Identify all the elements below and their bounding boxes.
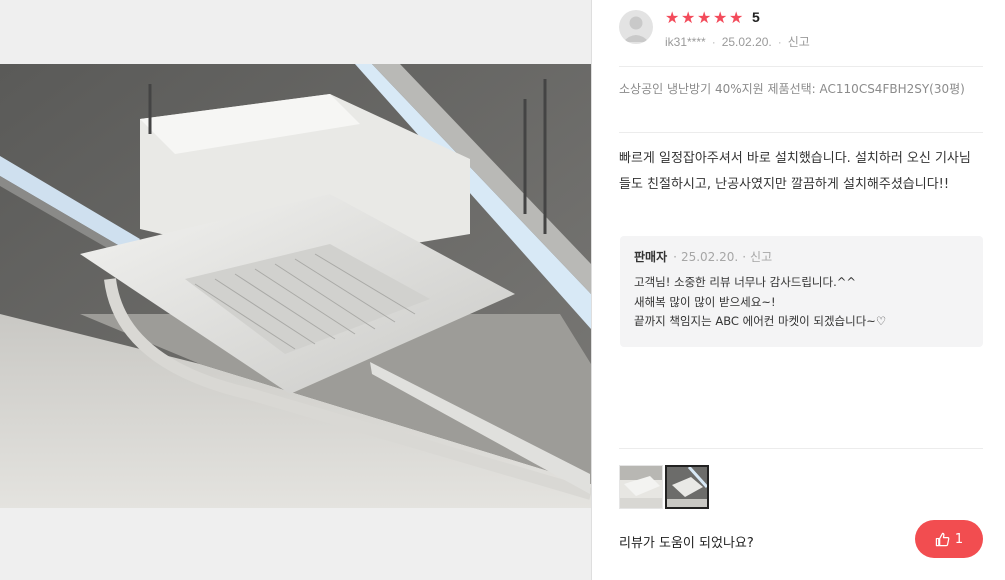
purchased-option: 소상공인 냉난방기 40%지원 제품선택: AC110CS4FBH2SY(30평…: [619, 82, 965, 96]
star-rating: ★ ★ ★ ★ ★: [665, 9, 745, 27]
separator-dot: ·: [711, 34, 716, 49]
separator-dot: ·: [777, 34, 782, 49]
divider: [619, 66, 983, 67]
seller-label: 판매자: [634, 250, 668, 264]
rating-score: 5: [752, 9, 760, 25]
photo-thumbnail-selected[interactable]: [665, 465, 709, 509]
reply-line: 고객님! 소중한 리뷰 너무나 감사드립니다.^^: [634, 275, 857, 289]
star-icon: ★: [681, 8, 696, 27]
review-meta: ik31**** · 25.02.20. · 신고: [665, 33, 810, 50]
reviewer-username: ik31****: [665, 34, 706, 49]
thumbs-up-icon: [935, 532, 950, 546]
divider: [619, 132, 983, 133]
star-icon: ★: [713, 8, 728, 27]
photo-thumbnail[interactable]: [619, 465, 663, 509]
report-link[interactable]: 신고: [788, 33, 810, 50]
reply-line: 새해복 많이 많이 받으세요~!: [634, 294, 776, 309]
photo-thumbnails: [619, 465, 711, 509]
review-viewer: ★ ★ ★ ★ ★ 5 ik31**** · 25.02.20. · 신고 소상…: [0, 0, 1005, 580]
review-photo[interactable]: [0, 64, 591, 508]
star-icon: ★: [697, 8, 712, 27]
like-button[interactable]: 1: [915, 520, 983, 558]
review-text: 빠르게 일정잡아주셔서 바로 설치했습니다. 설치하러 오신 기사님들도 친절하…: [619, 151, 971, 192]
user-avatar-icon: [619, 10, 653, 44]
star-icon: ★: [665, 8, 680, 27]
review-panel: ★ ★ ★ ★ ★ 5 ik31**** · 25.02.20. · 신고 소상…: [593, 0, 1005, 580]
ceiling-ac-photo: [0, 64, 591, 508]
star-icon: ★: [729, 8, 744, 27]
review-date: 25.02.20.: [721, 34, 772, 49]
reply-report-link[interactable]: 신고: [750, 248, 772, 265]
helpful-question: 리뷰가 도움이 되었나요?: [619, 536, 754, 551]
reply-line: 끝까지 책임지는 ABC 에어컨 마켓이 되겠습니다~♡: [634, 314, 887, 328]
separator-dot: ·: [742, 249, 747, 264]
seller-reply-text: 고객님! 소중한 리뷰 너무나 감사드립니다.^^ 새해복 많이 많이 받으세요…: [634, 273, 969, 332]
divider: [619, 448, 983, 449]
photo-panel: [0, 0, 592, 580]
seller-reply: 판매자 · 25.02.20. · 신고 고객님! 소중한 리뷰 너무나 감사드…: [620, 236, 983, 347]
reply-date: 25.02.20.: [680, 249, 739, 264]
like-count: 1: [954, 531, 964, 547]
seller-reply-header: 판매자 · 25.02.20. · 신고: [634, 248, 969, 265]
separator-dot: ·: [673, 249, 677, 264]
